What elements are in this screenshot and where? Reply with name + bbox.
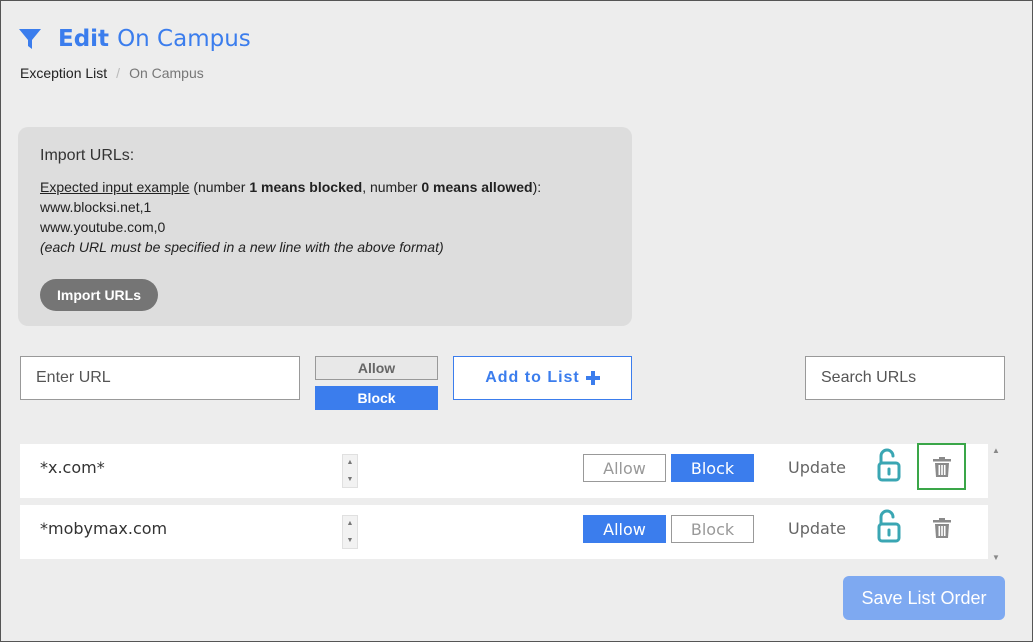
row-block-button[interactable]: Block [671,515,754,543]
row-delete-button[interactable] [917,504,966,551]
import-urls-button[interactable]: Import URLs [40,279,158,311]
row-update-button[interactable]: Update [788,458,846,477]
row-update-button[interactable]: Update [788,519,846,538]
add-to-list-label: Add to List [485,369,580,386]
import-instructions: Expected input example (number 1 means b… [40,177,541,257]
save-list-order-button[interactable]: Save List Order [843,576,1005,620]
chevron-up-icon[interactable]: ▲ [347,516,354,531]
add-to-list-button[interactable]: Add to List [453,356,632,400]
example-text-mid: , number [362,179,422,195]
row-allow-button[interactable]: Allow [583,454,666,482]
import-urls-panel: Import URLs: Expected input example (num… [18,127,632,326]
unlock-icon[interactable] [875,447,903,483]
breadcrumb: Exception List / On Campus [20,65,204,81]
import-example-line: Expected input example (number 1 means b… [40,177,541,197]
import-title: Import URLs: [40,147,135,164]
page-header: Edit On Campus [18,26,251,52]
row-order-stepper[interactable]: ▲ ▼ [342,515,358,549]
row-order-stepper[interactable]: ▲ ▼ [342,454,358,488]
search-urls-input[interactable] [805,356,1005,400]
expected-input-example-link: Expected input example [40,179,190,195]
filter-icon [19,29,41,49]
row-block-button[interactable]: Block [671,454,754,482]
breadcrumb-separator: / [116,65,121,81]
chevron-down-icon[interactable]: ▼ [347,472,354,487]
list-item: *x.com* ▲ ▼ Allow Block Update [20,443,988,498]
page-title: On Campus [117,26,251,52]
row-delete-button[interactable] [917,443,966,490]
row-allow-button[interactable]: Allow [583,515,666,543]
sample-line-1: www.blocksi.net,1 [40,199,152,215]
example-text-post: ): [532,179,542,195]
blocked-meaning: 1 means blocked [249,179,363,195]
trash-icon [932,517,951,538]
row-url: *x.com* [40,458,105,477]
list-item: *mobymax.com ▲ ▼ Allow Block Update [20,505,988,559]
trash-icon [932,456,951,477]
unlock-icon[interactable] [875,508,903,544]
example-text-pre: (number [189,179,250,195]
list-scrollbar[interactable]: ▲ ▼ [988,444,1004,564]
row-url: *mobymax.com [40,519,168,538]
scroll-up-icon[interactable]: ▲ [992,446,1000,455]
chevron-up-icon[interactable]: ▲ [347,455,354,470]
chevron-down-icon[interactable]: ▼ [347,533,354,548]
breadcrumb-current: On Campus [129,65,204,81]
allowed-meaning: 0 means allowed [421,179,533,195]
enter-url-input[interactable] [20,356,300,400]
sample-line-2: www.youtube.com,0 [40,219,166,235]
plus-icon [585,371,600,385]
breadcrumb-exception-list[interactable]: Exception List [20,65,107,81]
format-note: (each URL must be specified in a new lin… [40,239,444,255]
mode-allow-button[interactable]: Allow [315,356,438,380]
page-title-prefix: Edit [58,26,110,52]
scroll-down-icon[interactable]: ▼ [992,553,1000,562]
mode-block-button[interactable]: Block [315,386,438,410]
